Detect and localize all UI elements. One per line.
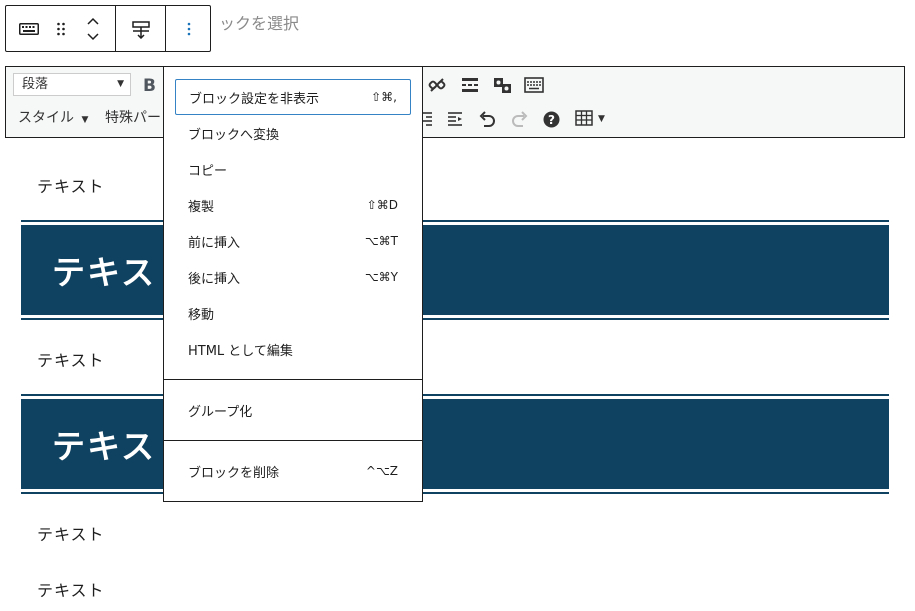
heading-text: テキスト (21, 399, 889, 489)
menu-item-shortcut: ⇧⌘D (366, 198, 398, 212)
menu-item-label: ブロックを削除 (188, 465, 280, 481)
menu-item-label: グループ化 (188, 404, 253, 420)
format-select[interactable]: 段落 ▼ (13, 73, 131, 96)
menu-item-move[interactable]: 移動 (175, 295, 411, 331)
triangle-down-icon: ▼ (117, 79, 124, 89)
svg-text:?: ? (548, 113, 555, 127)
paragraph-block[interactable]: テキスト (37, 521, 105, 545)
read-more-icon[interactable] (461, 77, 479, 93)
paragraph-block[interactable]: テキスト (37, 173, 105, 197)
special-parts-menu-button[interactable]: 特殊パー (105, 107, 161, 127)
menu-item-duplicate[interactable]: 複製 ⇧⌘D (175, 187, 411, 223)
redo-icon[interactable] (511, 110, 529, 128)
align-right-icon[interactable] (422, 111, 434, 127)
move-down-button[interactable] (78, 29, 108, 45)
menu-item-label: HTML として編集 (188, 343, 293, 359)
style-menu-label: スタイル (18, 110, 74, 126)
help-icon[interactable]: ? (543, 111, 560, 128)
menu-item-group[interactable]: グループ化 (175, 392, 411, 428)
menu-item-convert-block[interactable]: ブロックへ変換 (175, 115, 411, 151)
menu-item-label: ブロック設定を非表示 (189, 91, 320, 107)
align-button[interactable] (116, 6, 165, 51)
block-type-button[interactable] (6, 6, 52, 51)
style-menu-button[interactable]: スタイル ▼ (18, 107, 88, 127)
menu-item-label: 後に挿入 (188, 271, 241, 287)
menu-divider (164, 440, 422, 441)
shortcode-icon[interactable] (493, 76, 513, 94)
block-toolbar (5, 5, 211, 52)
block-options-menu: ブロック設定を非表示 ⇧⌘, ブロックへ変換 コピー 複製 ⇧⌘D 前に挿入 ⌥… (163, 66, 423, 502)
menu-item-label: コピー (188, 163, 228, 179)
heading-block[interactable]: テキスト (21, 220, 889, 320)
triangle-down-icon[interactable]: ▼ (598, 114, 605, 124)
more-options-icon (187, 22, 191, 35)
menu-item-shortcut: ⌥⌘Y (364, 270, 398, 284)
menu-item-label: 複製 (188, 199, 215, 215)
more-options-button[interactable] (166, 6, 212, 51)
block-toolbar-options-group (166, 6, 212, 51)
menu-item-hide-block-settings[interactable]: ブロック設定を非表示 ⇧⌘, (175, 79, 411, 115)
menu-item-label: 前に挿入 (188, 235, 241, 251)
special-parts-menu-label: 特殊パー (105, 110, 161, 126)
select-parent-block-label[interactable]: ックを選択 (219, 10, 299, 34)
heading-block[interactable]: テキスト (21, 394, 889, 494)
drag-handle-icon (57, 22, 65, 35)
block-toolbar-mover-group (6, 6, 116, 51)
unlink-icon[interactable] (428, 76, 446, 94)
align-icon (131, 20, 150, 39)
menu-item-copy[interactable]: コピー (175, 151, 411, 187)
move-up-button[interactable] (78, 13, 108, 29)
heading-text: テキスト (21, 225, 889, 315)
undo-icon[interactable] (478, 110, 496, 128)
chevron-down-icon (86, 32, 99, 40)
keyboard-icon[interactable] (524, 77, 544, 93)
menu-item-label: ブロックへ変換 (188, 127, 280, 143)
indent-icon[interactable] (447, 111, 465, 127)
table-icon[interactable] (575, 110, 593, 126)
menu-divider (164, 379, 422, 380)
chevron-up-icon (86, 17, 99, 25)
menu-item-label: 移動 (188, 307, 215, 323)
classic-editor-toolbar: 段落 ▼ B スタイル ▼ 特殊パー ? ▼ (5, 66, 905, 138)
drag-handle-button[interactable] (52, 6, 70, 51)
menu-item-delete-block[interactable]: ブロックを削除 ^⌥Z (175, 453, 411, 489)
bold-button[interactable]: B (143, 76, 156, 96)
block-mover (70, 6, 115, 51)
menu-item-insert-before[interactable]: 前に挿入 ⌥⌘T (175, 223, 411, 259)
menu-item-shortcut: ⌥⌘T (364, 234, 398, 248)
menu-item-edit-as-html[interactable]: HTML として編集 (175, 331, 411, 367)
keyboard-icon (19, 22, 39, 35)
paragraph-block[interactable]: テキスト (37, 577, 105, 601)
triangle-down-icon: ▼ (81, 115, 89, 125)
menu-item-shortcut: ⇧⌘, (371, 90, 397, 104)
menu-item-insert-after[interactable]: 後に挿入 ⌥⌘Y (175, 259, 411, 295)
block-toolbar-align-group (116, 6, 166, 51)
menu-item-shortcut: ^⌥Z (365, 464, 398, 478)
format-select-value: 段落 (22, 77, 49, 92)
paragraph-block[interactable]: テキスト (37, 347, 105, 371)
